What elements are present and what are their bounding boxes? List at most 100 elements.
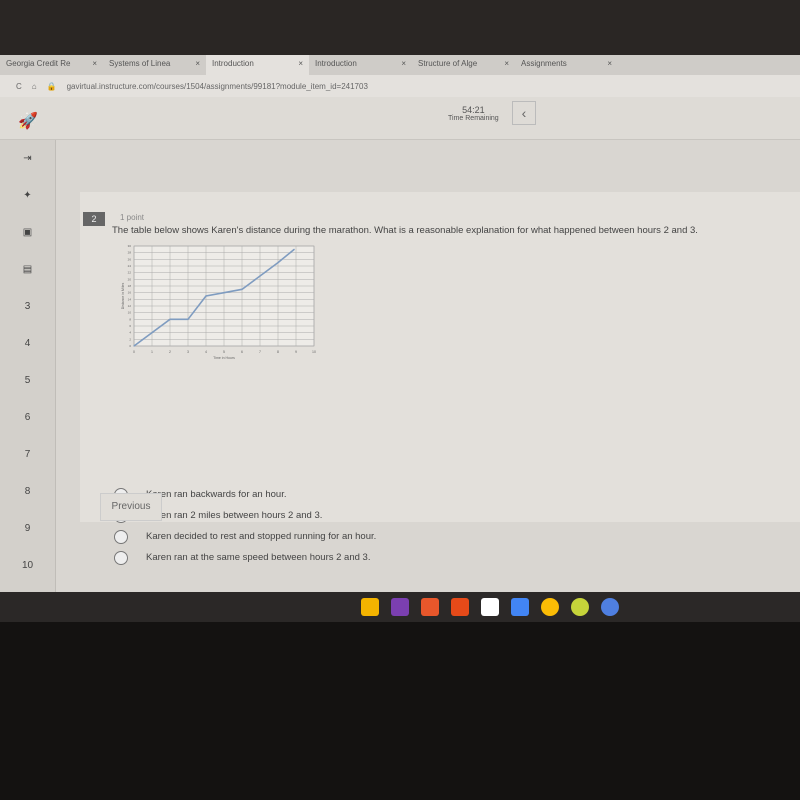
x-tick-label: 10 <box>312 350 316 354</box>
sidebar-question[interactable]: 5 <box>0 362 55 399</box>
timer-label: Time Remaining <box>448 115 499 122</box>
tab-title: Introduction <box>315 59 357 68</box>
sidebar-question[interactable]: 10 <box>0 547 55 584</box>
close-icon[interactable]: × <box>195 59 200 71</box>
data-point <box>241 288 243 290</box>
y-tick-label: 18 <box>128 284 132 288</box>
office-icon[interactable] <box>451 598 469 616</box>
y-tick-label: 28 <box>128 251 132 255</box>
timer-app-icon[interactable] <box>571 598 589 616</box>
settings-icon[interactable] <box>601 598 619 616</box>
timer-value: 54:21 <box>462 105 485 115</box>
question-sidebar: ⇥ ✦ ▣ ▤ 3 4 5 6 7 8 9 10 <box>0 140 56 592</box>
sidebar-question[interactable]: 4 <box>0 325 55 362</box>
y-tick-label: 26 <box>128 257 132 261</box>
collapse-sidebar-icon[interactable]: ⇥ <box>0 140 55 177</box>
tab-title: Structure of Alge <box>418 59 478 68</box>
calculator-icon[interactable]: ▤ <box>0 251 55 288</box>
x-tick-label: 9 <box>295 350 297 354</box>
home-icon[interactable]: ⌂ <box>32 82 37 91</box>
pin-icon[interactable]: ✦ <box>0 177 55 214</box>
previous-button[interactable]: Previous <box>100 493 162 521</box>
x-tick-label: 8 <box>277 350 279 354</box>
data-point <box>259 275 261 277</box>
data-point <box>169 318 171 320</box>
answer-option[interactable]: Karen decided to rest and stopped runnin… <box>114 526 376 547</box>
x-tick-label: 4 <box>205 350 207 354</box>
close-icon[interactable]: × <box>298 59 303 71</box>
tab-title: Introduction <box>212 59 254 68</box>
data-point <box>205 295 207 297</box>
x-tick-label: 6 <box>241 350 243 354</box>
keyboard-area <box>0 622 800 800</box>
rocket-icon: 🚀 <box>18 113 38 130</box>
x-tick-label: 1 <box>151 350 153 354</box>
option-label: Karen ran backwards for an hour. <box>146 489 287 500</box>
x-tick-label: 2 <box>169 350 171 354</box>
photos-icon[interactable] <box>421 598 439 616</box>
tab-title: Georgia Credit Re <box>6 59 71 68</box>
browser-tab[interactable]: Introduction × <box>206 55 309 75</box>
tab-title: Assignments <box>521 59 567 68</box>
sidebar-question[interactable]: 7 <box>0 436 55 473</box>
browser-tab[interactable]: Introduction × <box>309 55 412 75</box>
gmail-icon[interactable] <box>481 598 499 616</box>
chrome-icon[interactable] <box>541 598 559 616</box>
data-point <box>277 262 279 264</box>
y-tick-label: 24 <box>128 264 132 268</box>
sidebar-question[interactable]: 6 <box>0 399 55 436</box>
docs-icon[interactable] <box>511 598 529 616</box>
option-label: Karen ran 2 miles between hours 2 and 3. <box>146 510 323 521</box>
close-icon[interactable]: × <box>504 59 509 71</box>
close-icon[interactable]: × <box>401 59 406 71</box>
x-tick-label: 3 <box>187 350 189 354</box>
data-point <box>293 248 295 250</box>
screen-bezel <box>0 0 800 55</box>
sidebar-question[interactable]: 3 <box>0 288 55 325</box>
y-tick-label: 22 <box>128 271 132 275</box>
data-point <box>187 318 189 320</box>
option-label: Karen ran at the same speed between hour… <box>146 552 371 563</box>
y-tick-label: 30 <box>128 244 132 248</box>
browser-tab[interactable]: Assignments × <box>515 55 618 75</box>
onenote-icon[interactable] <box>391 598 409 616</box>
flag-icon[interactable]: ▣ <box>0 214 55 251</box>
radio-button[interactable] <box>114 529 128 544</box>
radio-button[interactable] <box>114 550 128 565</box>
question-points: 1 point <box>120 213 145 222</box>
collapse-button[interactable]: ‹ <box>512 101 536 125</box>
browser-tab[interactable]: Systems of Linea × <box>103 55 206 75</box>
x-tick-label: 0 <box>133 350 135 354</box>
question-number: 2 <box>83 212 105 226</box>
y-tick-label: 2 <box>129 337 131 341</box>
y-tick-label: 8 <box>129 317 131 321</box>
address-bar[interactable]: C ⌂ 🔒 gavirtual.instructure.com/courses/… <box>0 75 800 97</box>
y-tick-label: 0 <box>129 344 131 348</box>
data-point <box>133 345 135 347</box>
answer-option[interactable]: Karen ran at the same speed between hour… <box>114 547 376 568</box>
option-label: Karen decided to rest and stopped runnin… <box>146 531 377 542</box>
browser-tab[interactable]: Georgia Credit Re × <box>0 55 103 75</box>
sidebar-question[interactable]: 8 <box>0 473 55 510</box>
question-card: 2 1 point The table below shows Karen's … <box>80 192 800 565</box>
distance-chart: 0 1 2 3 4 5 6 7 8 9 10024681012141618202224262830T… <box>121 244 316 360</box>
reload-icon[interactable]: C <box>16 82 22 91</box>
y-tick-label: 14 <box>128 297 132 301</box>
x-tick-label: 5 <box>223 350 225 354</box>
tab-bar: Georgia Credit Re × Systems of Linea × Int… <box>0 55 800 75</box>
question-text: The table below shows Karen's distance d… <box>112 225 698 236</box>
drive-icon[interactable] <box>361 598 379 616</box>
y-axis-label: Distance in Miles <box>121 283 125 310</box>
url-text[interactable]: gavirtual.instructure.com/courses/1504/a… <box>67 82 368 91</box>
y-tick-label: 16 <box>128 291 132 295</box>
y-tick-label: 12 <box>128 304 132 308</box>
close-icon[interactable]: × <box>92 59 97 71</box>
tab-title: Systems of Linea <box>109 59 171 68</box>
close-icon[interactable]: × <box>607 59 612 71</box>
quiz-header: 🚀 54:21 Time Remaining ‹ <box>0 97 800 140</box>
timer: 54:21 Time Remaining <box>448 105 499 122</box>
sidebar-question[interactable]: 9 <box>0 510 55 547</box>
browser-tab[interactable]: Structure of Alge × <box>412 55 515 75</box>
y-tick-label: 10 <box>128 311 132 315</box>
taskbar <box>0 592 800 622</box>
